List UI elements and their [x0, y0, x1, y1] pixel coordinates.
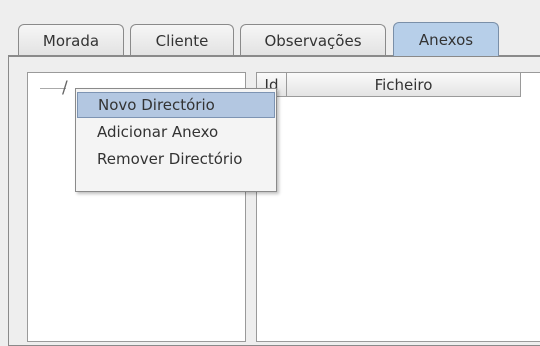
menu-item-adicionar-anexo[interactable]: Adicionar Anexo	[77, 119, 275, 145]
column-header-ficheiro[interactable]: Ficheiro	[287, 73, 521, 97]
tab-strip: Morada Cliente Observações Anexos	[0, 0, 540, 60]
folder-icon[interactable]: /	[62, 78, 68, 98]
menu-item-novo-directorio[interactable]: Novo Directório	[77, 92, 275, 118]
tab-observacoes[interactable]: Observações	[240, 24, 386, 56]
tab-cliente[interactable]: Cliente	[130, 24, 234, 56]
attachments-table[interactable]: Id Ficheiro	[256, 72, 540, 342]
tab-morada[interactable]: Morada	[18, 24, 124, 56]
menu-item-remover-directorio[interactable]: Remover Directório	[77, 146, 275, 172]
context-menu: Novo Directório Adicionar Anexo Remover …	[75, 88, 277, 192]
tab-anexos[interactable]: Anexos	[393, 22, 499, 56]
